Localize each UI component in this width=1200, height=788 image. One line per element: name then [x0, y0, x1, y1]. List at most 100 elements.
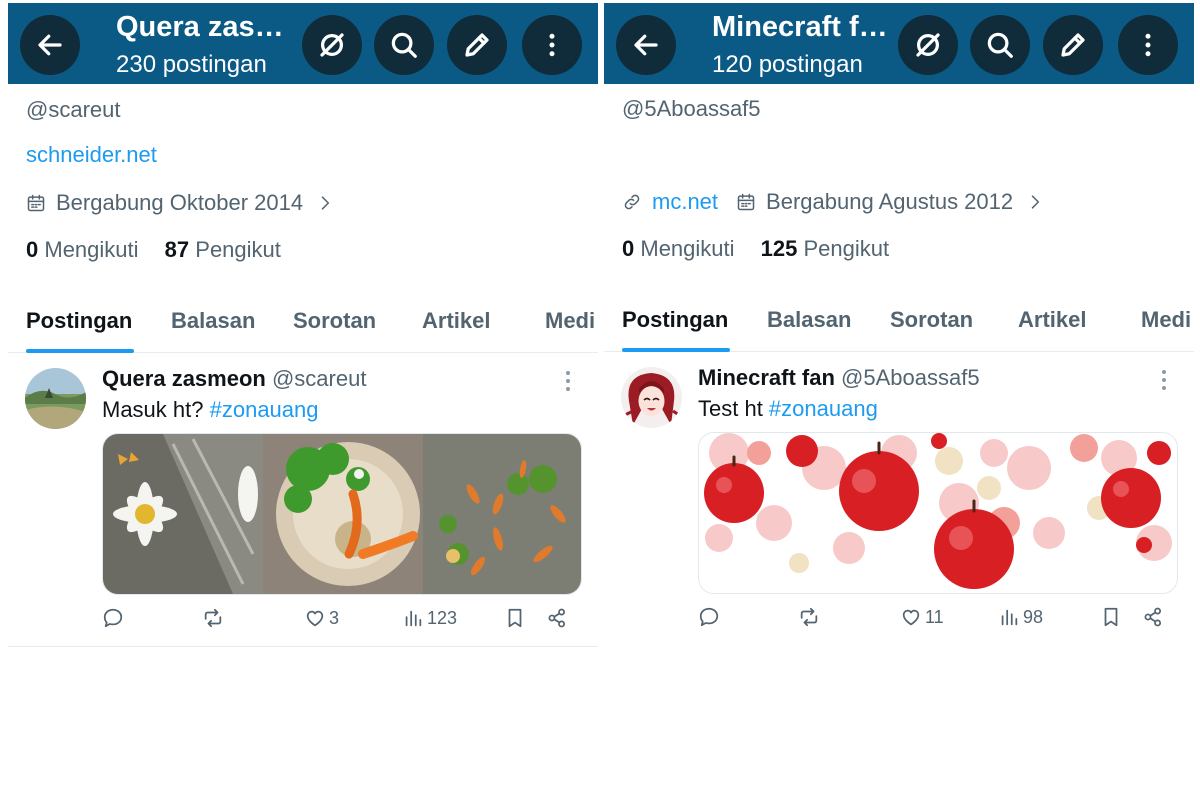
top-bar: Minecraft fan 120 postingan: [604, 3, 1194, 84]
views-button[interactable]: 98: [998, 606, 1043, 628]
author-name[interactable]: Minecraft fan: [698, 365, 835, 390]
profile-screen-right: Minecraft fan 120 postingan @5Aboassaf5 …: [604, 0, 1194, 788]
arrow-left-icon: [38, 34, 62, 56]
tab-artikel[interactable]: Artikel: [422, 308, 490, 334]
tab-sorotan[interactable]: Sorotan: [293, 308, 376, 334]
follow-stats: 0 Mengikuti 87 Pengikut: [26, 237, 281, 263]
calendar-icon: [26, 193, 46, 213]
pencil-icon: [465, 33, 489, 57]
post-header: Minecraft fan @5Aboassaf5: [698, 365, 980, 391]
compose-button[interactable]: [447, 15, 507, 75]
following-count: 0: [622, 236, 635, 261]
followers-link[interactable]: 125 Pengikut: [761, 236, 889, 261]
followers-label: Pengikut: [195, 237, 281, 262]
chevron-right-icon: [315, 193, 335, 213]
reply-icon: [103, 608, 123, 628]
share-button[interactable]: [1142, 606, 1164, 628]
no-sync-button[interactable]: [898, 15, 958, 75]
follow-stats: 0 Mengikuti 125 Pengikut: [622, 236, 889, 262]
tab-sorotan[interactable]: Sorotan: [890, 307, 973, 333]
hashtag-link[interactable]: #zonauang: [769, 396, 878, 421]
profile-handle: @5Aboassaf5: [622, 96, 761, 121]
post-image[interactable]: [698, 432, 1178, 594]
following-count: 0: [26, 237, 39, 262]
post-divider: [8, 646, 598, 647]
bookmark-button[interactable]: [504, 607, 526, 629]
tab-media[interactable]: Medi: [1141, 307, 1191, 333]
post-text: Masuk ht? #zonauang: [102, 397, 319, 423]
search-button[interactable]: [374, 15, 434, 75]
share-button[interactable]: [546, 607, 568, 629]
join-date-row[interactable]: Bergabung Oktober 2014: [26, 190, 335, 216]
active-tab-indicator: [622, 348, 730, 352]
heart-icon: [902, 609, 920, 626]
search-button[interactable]: [970, 15, 1030, 75]
more-options-button[interactable]: [522, 15, 582, 75]
profile-title: Quera zasmeon: [116, 11, 296, 43]
profile-tabs: Postingan Balasan Sorotan Artikel Medi: [8, 294, 598, 353]
avatar[interactable]: [621, 367, 682, 428]
post-count: 120 postingan: [712, 51, 863, 78]
more-vertical-icon: [1145, 33, 1151, 57]
tab-balasan[interactable]: Balasan: [171, 308, 255, 334]
calendar-icon: [736, 192, 756, 212]
bookmark-icon: [1104, 607, 1118, 627]
followers-count: 87: [164, 237, 190, 262]
join-date[interactable]: Bergabung Agustus 2012: [766, 189, 1013, 215]
followers-link[interactable]: 87 Pengikut: [165, 237, 281, 262]
profile-website-link[interactable]: schneider.net: [26, 142, 157, 168]
back-button[interactable]: [20, 15, 80, 75]
more-options-button[interactable]: [1118, 15, 1178, 75]
views-icon: [405, 610, 422, 627]
search-icon: [987, 32, 1013, 58]
tab-balasan[interactable]: Balasan: [767, 307, 851, 333]
like-button[interactable]: 11: [900, 606, 944, 628]
more-vertical-icon: [549, 33, 555, 57]
active-tab-indicator: [26, 349, 134, 353]
repost-button[interactable]: [798, 606, 820, 628]
heart-icon: [306, 610, 324, 627]
repost-button[interactable]: [202, 607, 224, 629]
views-button[interactable]: 123: [402, 607, 457, 629]
like-button[interactable]: 3: [304, 607, 339, 629]
top-bar: Quera zasmeon 230 postingan: [8, 3, 598, 84]
bookmark-button[interactable]: [1100, 606, 1122, 628]
following-link[interactable]: 0 Mengikuti: [26, 237, 139, 262]
reply-button[interactable]: [102, 607, 124, 629]
post-text-body: Test ht: [698, 396, 769, 421]
followers-count: 125: [760, 236, 798, 261]
view-count: 123: [427, 607, 458, 628]
author-name[interactable]: Quera zasmeon: [102, 366, 266, 391]
post-actions: 3 123: [102, 607, 580, 637]
arrow-left-icon: [634, 34, 658, 56]
following-link[interactable]: 0 Mengikuti: [622, 236, 735, 261]
view-count: 98: [1023, 606, 1044, 627]
like-count: 3: [329, 607, 340, 628]
tab-artikel[interactable]: Artikel: [1018, 307, 1086, 333]
tab-media[interactable]: Medi: [545, 308, 595, 334]
post-count: 230 postingan: [116, 51, 267, 78]
tab-postingan[interactable]: Postingan: [622, 307, 728, 333]
no-sync-button[interactable]: [302, 15, 362, 75]
compose-button[interactable]: [1043, 15, 1103, 75]
post-more-button[interactable]: [1156, 368, 1172, 392]
flower-fish-collage-image: [103, 434, 581, 594]
search-icon: [391, 32, 417, 58]
reply-button[interactable]: [698, 606, 720, 628]
repost-icon: [800, 607, 818, 627]
avatar-anime-character-image: [621, 367, 682, 428]
author-handle: @scareut: [271, 366, 367, 391]
tab-postingan[interactable]: Postingan: [26, 308, 132, 334]
post-header: Quera zasmeon @scareut: [102, 366, 366, 392]
post-image[interactable]: [102, 433, 582, 595]
profile-title: Minecraft fan: [712, 11, 892, 43]
author-handle: @5Aboassaf5: [841, 365, 980, 390]
profile-handle: @scareut: [26, 97, 121, 122]
hashtag-link[interactable]: #zonauang: [210, 397, 319, 422]
pencil-icon: [1061, 33, 1085, 57]
post-more-button[interactable]: [560, 369, 576, 393]
share-icon: [548, 608, 566, 628]
profile-website-link[interactable]: mc.net: [652, 189, 718, 215]
back-button[interactable]: [616, 15, 676, 75]
avatar[interactable]: [25, 368, 86, 429]
